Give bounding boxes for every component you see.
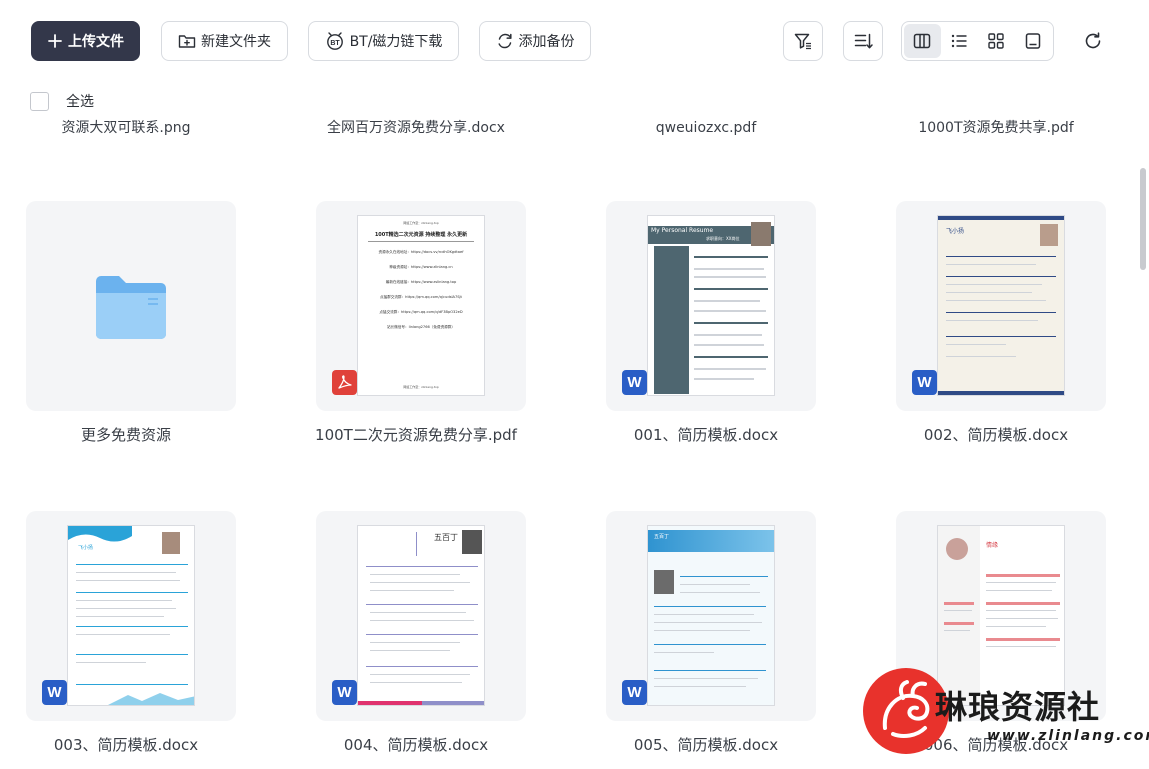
upload-label: 上传文件 — [68, 34, 124, 50]
view-mode-group — [901, 21, 1054, 61]
partial-file-name[interactable]: qweuiozxc.pdf — [596, 116, 816, 140]
single-view-button[interactable] — [1014, 24, 1051, 58]
resume-bottom-bar-right — [422, 701, 484, 705]
new-folder-label: 新建文件夹 — [201, 34, 271, 50]
file-card-docx[interactable]: 飞小扬 W — [26, 511, 236, 721]
sort-button[interactable] — [843, 21, 883, 61]
pdf-preview-line: 站长微信号：linlang2766（免费资源群） — [387, 325, 455, 329]
scrollbar-thumb[interactable] — [1140, 168, 1146, 270]
file-name[interactable]: 003、简历模板.docx — [16, 733, 236, 757]
resume-bottom-bar — [938, 391, 1064, 395]
file-name[interactable]: 005、简历模板.docx — [596, 733, 816, 757]
add-backup-label: 添加备份 — [518, 34, 575, 50]
select-all[interactable]: 全选 — [30, 91, 94, 111]
resume-name: 五百丁 — [434, 533, 458, 542]
pdf-badge-icon — [332, 370, 357, 395]
avatar — [751, 222, 771, 246]
bt-download-label: BT/磁力链下载 — [349, 34, 443, 50]
file-name[interactable]: 002、简历模板.docx — [886, 423, 1106, 447]
resume-sidebar — [654, 246, 689, 394]
filter-button[interactable] — [783, 21, 823, 61]
avatar — [654, 570, 674, 594]
file-card-docx[interactable]: My Personal Resume 求职意向：XX岗位 W — [606, 201, 816, 411]
vertical-scrollbar[interactable] — [1139, 84, 1149, 769]
file-card-folder[interactable] — [26, 201, 236, 411]
watermark-url: www.zlinlang.com — [987, 728, 1149, 744]
resume-name: 飞小扬 — [78, 545, 94, 551]
refresh-button[interactable] — [1076, 24, 1110, 58]
partial-file-name[interactable]: 1000T资源免费共享.pdf — [886, 116, 1106, 140]
backup-sync-icon — [497, 33, 512, 49]
word-badge-icon: W — [622, 680, 647, 705]
avatar — [162, 532, 180, 554]
bt-download-button[interactable]: BT BT/磁力链下载 — [308, 21, 459, 61]
resume-mountain-decoration — [108, 693, 194, 705]
word-badge-icon: W — [42, 680, 67, 705]
pdf-preview-footer: 网络工作室：zlinlang.top — [403, 385, 439, 389]
file-name[interactable]: 100T二次元资源免费分享.pdf — [306, 423, 526, 447]
resume-name: 五百丁 — [654, 534, 670, 540]
file-card-docx[interactable]: 五百丁 W — [606, 511, 816, 721]
avatar — [1040, 224, 1058, 246]
list-view-button[interactable] — [941, 24, 978, 58]
resume-subtitle: 求职意向：XX岗位 — [706, 236, 740, 241]
list-icon — [951, 34, 967, 48]
file-name[interactable]: 004、简历模板.docx — [306, 733, 526, 757]
svg-text:BT: BT — [330, 40, 340, 47]
pdf-preview-rule — [368, 241, 474, 242]
resume-top-bar — [938, 216, 1064, 220]
plus-icon — [48, 34, 62, 48]
file-card-docx[interactable]: 五百丁 W — [316, 511, 526, 721]
file-card-docx[interactable]: 飞小扬 W — [896, 201, 1106, 411]
resume-thumbnail: 飞小扬 — [67, 525, 195, 706]
word-badge-icon: W — [622, 370, 647, 395]
pdf-preview-line: 点猛交流群：https://qm.qq.com/q/dF3BpO32eD — [379, 310, 463, 314]
refresh-icon — [1085, 32, 1101, 49]
avatar — [462, 530, 482, 554]
resume-bottom-bar-left — [358, 701, 422, 705]
pdf-preview-line: 最新在线链接：https://www.zslinlang.top — [385, 280, 457, 284]
word-badge-icon: W — [912, 370, 937, 395]
grid-columns-icon — [914, 33, 931, 49]
add-backup-button[interactable]: 添加备份 — [479, 21, 591, 61]
partial-file-name[interactable]: 资源大双可联系.png — [16, 116, 236, 140]
watermark-text: 琳琅资源社 — [935, 688, 1101, 726]
single-view-icon — [1025, 33, 1040, 49]
pdf-preview-line: 资源永久在线地址：https://docs.vv/rcdhOKgdtaef — [378, 250, 464, 254]
resume-name: 飞小扬 — [946, 228, 965, 235]
grid-columns-view-button[interactable] — [904, 24, 941, 58]
new-folder-button[interactable]: 新建文件夹 — [161, 21, 288, 61]
folder-icon — [96, 276, 166, 339]
resume-thumbnail: 飞小扬 — [937, 215, 1065, 396]
select-all-label: 全选 — [66, 94, 94, 110]
resume-thumbnail: My Personal Resume 求职意向：XX岗位 — [647, 215, 775, 396]
grid-icon — [988, 33, 1004, 49]
pdf-thumbnail: 网络工作室：zlinlang.top 100T精选二次元资源 持续整理 永久更新… — [357, 215, 485, 396]
sort-icon — [854, 33, 873, 49]
resume-title: My Personal Resume — [651, 227, 714, 234]
file-card-pdf[interactable]: 网络工作室：zlinlang.top 100T精选二次元资源 持续整理 永久更新… — [316, 201, 526, 411]
word-badge-icon: W — [332, 680, 357, 705]
upload-button[interactable]: 上传文件 — [31, 21, 140, 61]
pdf-preview-line: 点猛群交流群：https://qm.qq.com/q/cudsIA7Sjt — [380, 295, 462, 299]
select-all-checkbox[interactable] — [30, 91, 49, 111]
toolbar: 上传文件 新建文件夹 BT BT/磁力链下载 添加备份 — [0, 0, 1149, 84]
file-name[interactable]: 更多免费资源 — [16, 423, 236, 447]
file-name[interactable]: 001、简历模板.docx — [596, 423, 816, 447]
pdf-preview-header: 网络工作室：zlinlang.top — [403, 221, 439, 225]
avatar — [946, 538, 968, 560]
grid-view-button[interactable] — [978, 24, 1015, 58]
partial-file-name[interactable]: 全网百万资源免费分享.docx — [306, 116, 526, 140]
watermark: 琳琅资源社 www.zlinlang.com — [863, 668, 1149, 763]
resume-thumbnail: 五百丁 — [647, 525, 775, 706]
resume-name: 情缘 — [986, 542, 999, 549]
filter-icon — [794, 33, 811, 50]
pdf-preview-line: 神级资源站：https://www.zlinlang.cn — [389, 265, 453, 269]
folder-plus-icon — [178, 35, 196, 48]
pdf-preview-title: 100T精选二次元资源 持续整理 永久更新 — [374, 232, 468, 238]
resume-thumbnail: 五百丁 — [357, 525, 485, 706]
resume-divider — [416, 532, 417, 556]
bt-icon: BT — [326, 32, 343, 50]
